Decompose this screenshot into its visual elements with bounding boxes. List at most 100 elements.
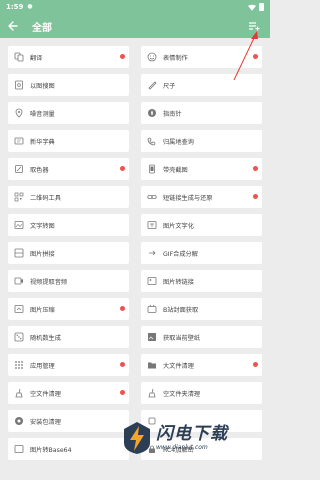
tool-card[interactable]: 图片文字化 (141, 214, 262, 236)
image-link-icon (147, 276, 157, 286)
text-to-image-icon (14, 220, 24, 230)
tool-card[interactable]: 空文件清理 (8, 382, 129, 404)
tool-label: GIF合成分解 (163, 250, 198, 258)
tool-label: 二维码工具 (30, 194, 61, 202)
tool-label: 随机数生成 (30, 334, 61, 342)
tool-card[interactable]: B站封面获取 (141, 298, 262, 320)
video-audio-icon (14, 276, 24, 286)
short-link-icon (147, 192, 157, 202)
dictionary-icon (14, 136, 24, 146)
tool-card[interactable]: 短链接生成与还原 (141, 186, 262, 208)
tool-card[interactable]: 表情制作 (141, 46, 262, 68)
phone-frame-screenshot-icon (147, 164, 157, 174)
tool-card[interactable]: 翻译 (8, 46, 129, 68)
tool-card[interactable]: GIF合成分解 (141, 242, 262, 264)
phone-location-icon (147, 136, 157, 146)
tool-label: 归属地查询 (163, 138, 194, 146)
tool-card[interactable]: 随机数生成 (8, 326, 129, 348)
new-badge-dot (120, 166, 125, 171)
qr-code-icon (14, 192, 24, 202)
tool-label: 表情制作 (163, 54, 188, 62)
image-to-text-icon (147, 220, 157, 230)
arrow-left-icon (8, 21, 18, 31)
image-compress-icon (14, 304, 24, 314)
watermark-title: 闪电下载 (156, 423, 228, 444)
tool-label: B站封面获取 (163, 306, 199, 314)
tool-label: 图片拼接 (30, 250, 55, 258)
gif-icon (147, 248, 157, 258)
tool-label: 图片转链接 (163, 278, 194, 286)
playlist-add-icon (248, 21, 259, 30)
watermark-url: www.dianlut.com (156, 443, 208, 451)
broom-icon (14, 388, 24, 398)
tool-card[interactable]: 空文件夹清理 (141, 382, 262, 404)
tool-label: 空文件夹清理 (163, 390, 201, 398)
tool-card[interactable]: 获取当前壁纸 (141, 326, 262, 348)
new-badge-dot (120, 306, 125, 311)
bilibili-cover-icon (147, 304, 157, 314)
tool-label: 指南针 (163, 110, 182, 118)
wifi-icon (248, 4, 256, 11)
tool-card[interactable]: 取色器 (8, 158, 129, 180)
tool-card[interactable]: 指南针 (141, 102, 262, 124)
notification-dot-icon: ● (27, 3, 33, 10)
tool-label: 文字转图 (30, 222, 55, 230)
tool-card[interactable]: 带壳截图 (141, 158, 262, 180)
tool-label: 空文件清理 (30, 390, 61, 398)
tool-label: 视频提取音频 (30, 278, 68, 286)
image-search-icon (14, 80, 24, 90)
tool-label: 取色器 (30, 166, 49, 174)
tool-card[interactable]: 图片转链接 (141, 270, 262, 292)
tool-card[interactable]: 大文件清理 (141, 354, 262, 376)
status-time: 1:59 (6, 3, 24, 11)
status-bar: 1:59 ● (0, 0, 270, 14)
watermark: 闪电下载 www.dianlut.com (122, 420, 262, 456)
tool-label: 安装包清理 (30, 418, 61, 426)
tool-card[interactable]: 文字转图 (8, 214, 129, 236)
lightning-logo-icon (124, 422, 150, 454)
new-badge-dot (253, 362, 258, 367)
tool-card[interactable]: 归属地查询 (141, 130, 262, 152)
tool-card[interactable]: 图片拼接 (8, 242, 129, 264)
new-badge-dot (253, 166, 258, 171)
playlist-add-button[interactable] (246, 18, 262, 34)
base64-icon (14, 444, 24, 454)
new-badge-dot (120, 390, 125, 395)
tool-label: 应用管理 (30, 362, 55, 370)
page-title: 全部 (32, 22, 52, 34)
status-icons (248, 3, 264, 11)
broom-folder-icon (147, 388, 157, 398)
package-icon (14, 416, 24, 426)
new-badge-dot (120, 54, 125, 59)
tool-card[interactable]: 安装包清理 (8, 410, 129, 432)
back-button[interactable] (0, 14, 26, 38)
tool-label: 翻译 (30, 54, 43, 62)
tool-card[interactable]: 新华字典 (8, 130, 129, 152)
emoji-icon (147, 52, 157, 62)
tool-card[interactable]: 图片转Base64 (8, 438, 129, 460)
noise-meter-icon (14, 108, 24, 118)
tool-card[interactable]: 噪音测量 (8, 102, 129, 124)
tool-card[interactable]: 二维码工具 (8, 186, 129, 208)
tool-label: 噪音测量 (30, 110, 55, 118)
apps-icon (14, 360, 24, 370)
tool-card[interactable]: 以图搜图 (8, 74, 129, 96)
tool-card[interactable]: 图片压缩 (8, 298, 129, 320)
wallpaper-icon (147, 332, 157, 342)
tool-card[interactable]: 应用管理 (8, 354, 129, 376)
tool-label: 图片文字化 (163, 222, 194, 230)
tool-label: 带壳截图 (163, 166, 188, 174)
image-stitch-icon (14, 248, 24, 258)
new-badge-dot (253, 54, 258, 59)
tool-card[interactable]: 视频提取音频 (8, 270, 129, 292)
tool-label: 以图搜图 (30, 82, 55, 90)
tool-label: 大文件清理 (163, 362, 194, 370)
folder-icon (147, 360, 157, 370)
tool-grid: 翻译 表情制作以图搜图 尺子噪音测量 指南针新华字典 归属地查询取色器 带壳截图二维码工具… (8, 46, 262, 460)
tool-card[interactable]: 尺子 (141, 74, 262, 96)
tool-label: 获取当前壁纸 (163, 334, 201, 342)
battery-icon (259, 3, 264, 11)
compass-icon (147, 108, 157, 118)
tool-label: 图片压缩 (30, 306, 55, 314)
app-bar: 全部 (0, 14, 270, 38)
